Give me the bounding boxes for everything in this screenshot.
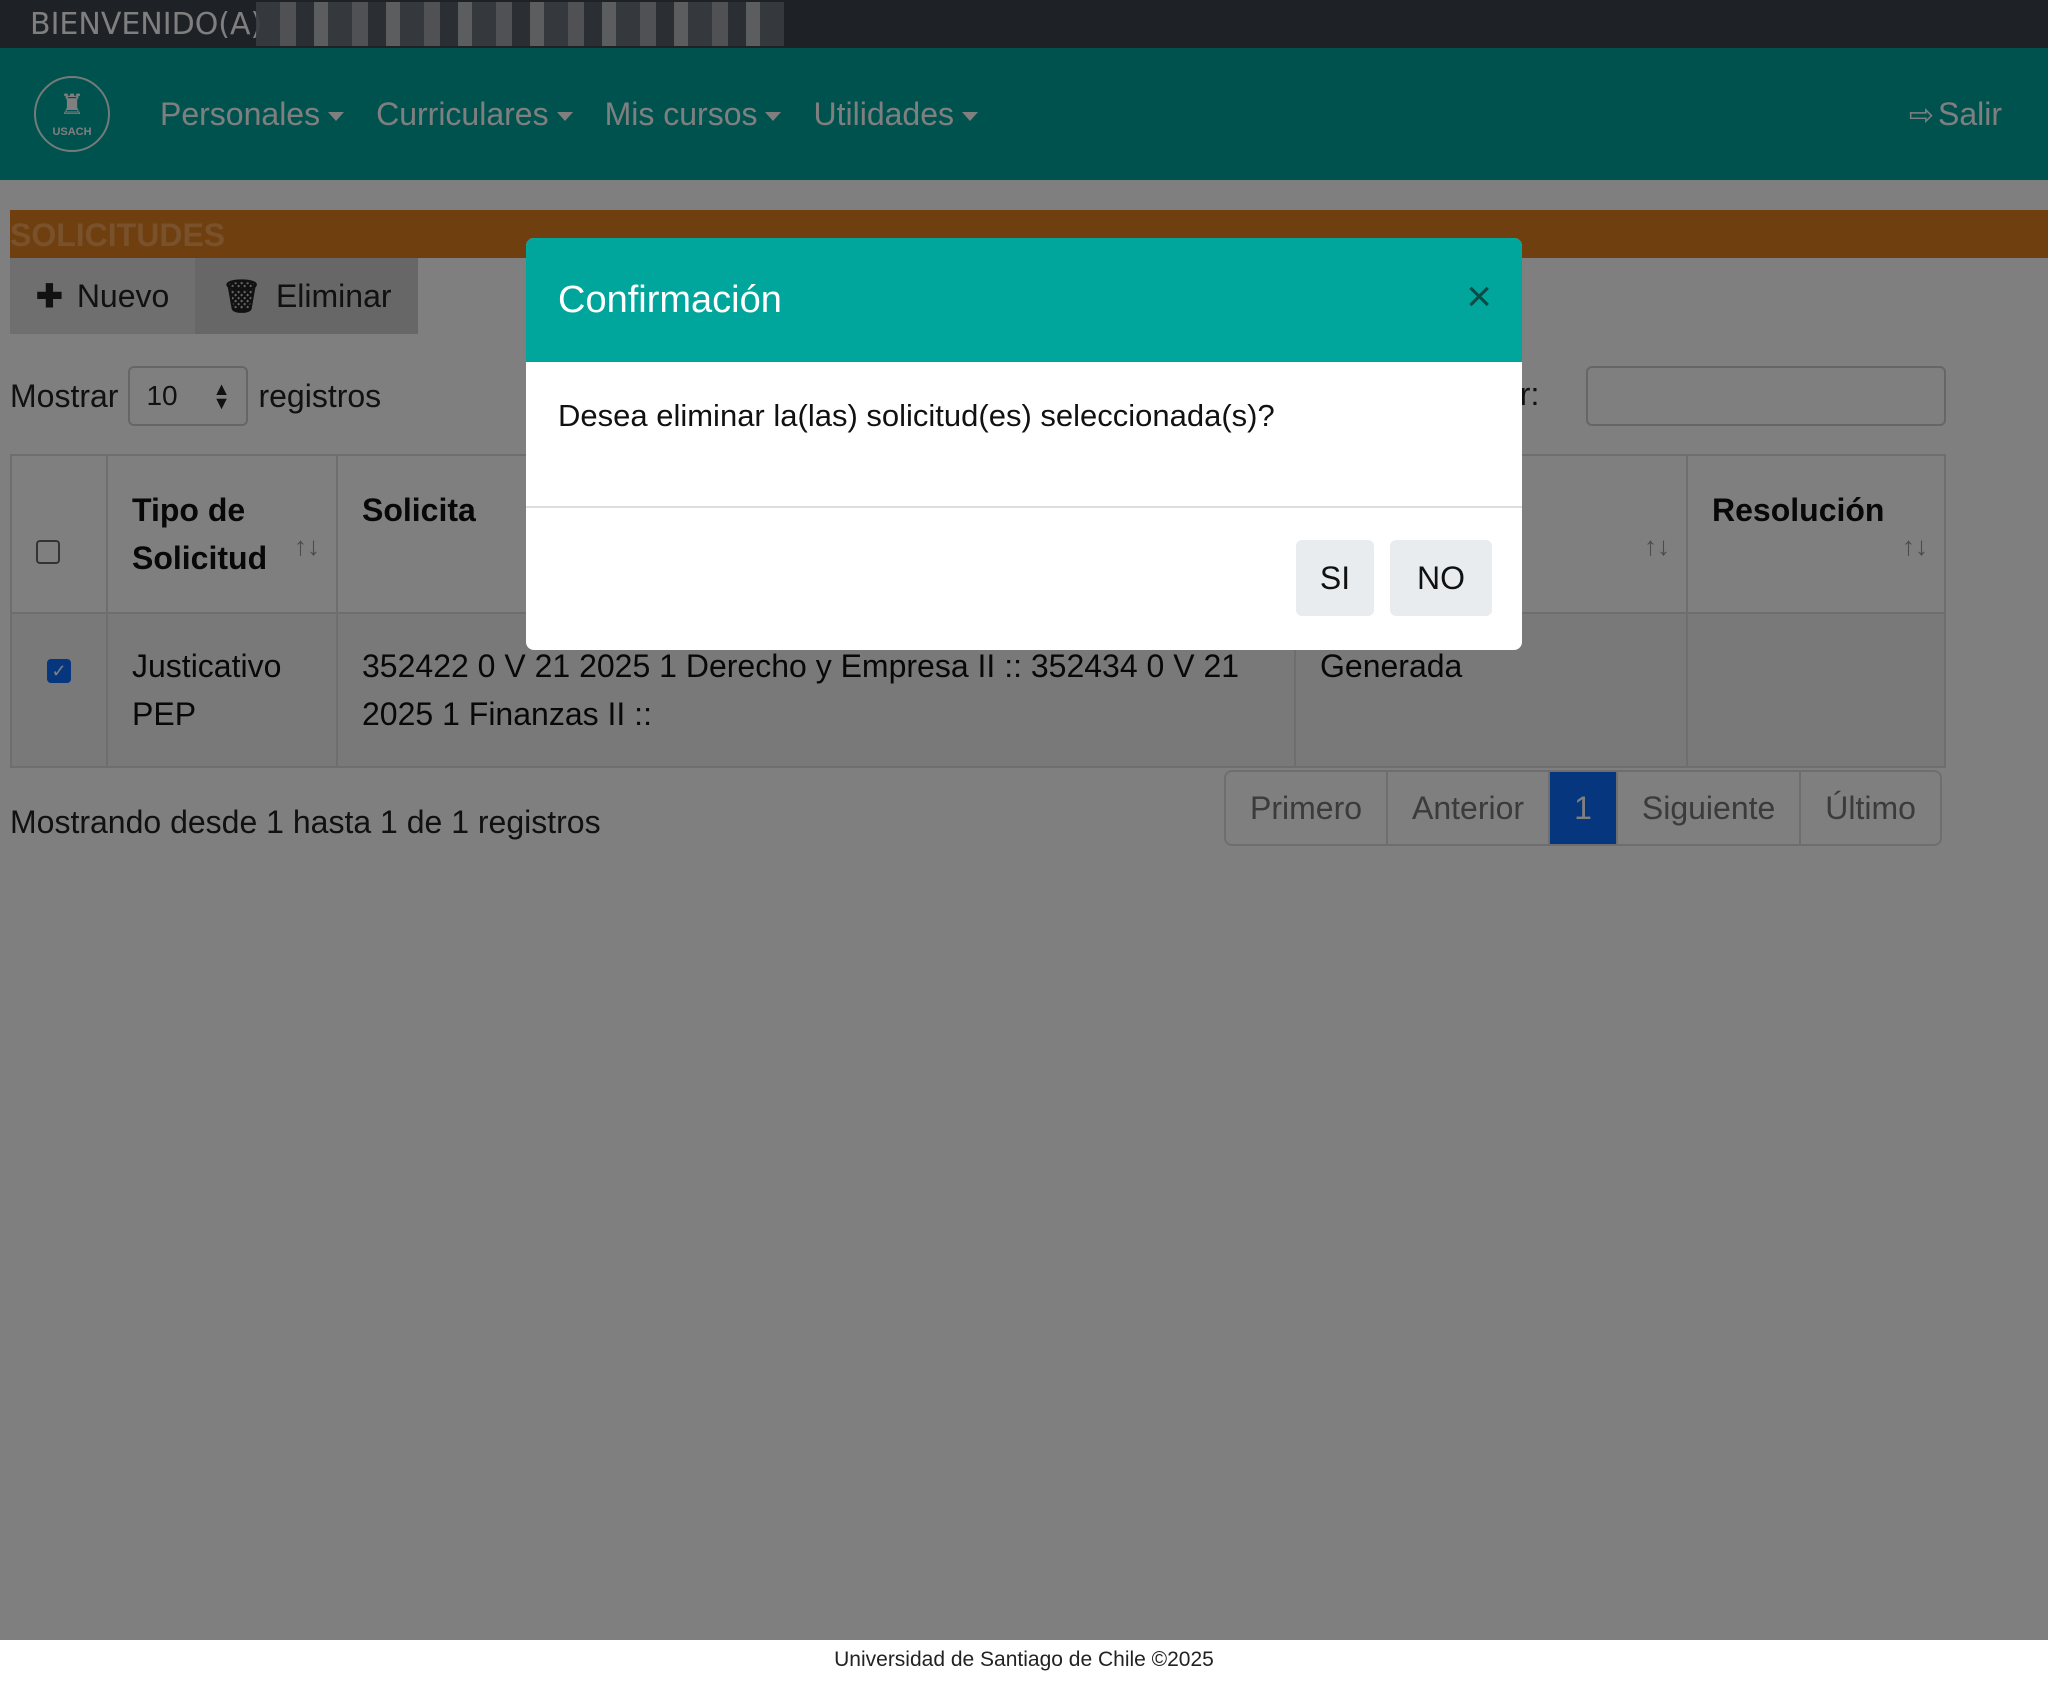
confirmation-modal: Confirmación × Desea eliminar la(las) so… bbox=[526, 238, 1522, 650]
modal-message: Desea eliminar la(las) solicitud(es) sel… bbox=[526, 362, 1522, 508]
confirm-yes-button[interactable]: SI bbox=[1296, 540, 1374, 616]
footer: Universidad de Santiago de Chile ©2025 bbox=[0, 1640, 2048, 1700]
modal-title: Confirmación bbox=[558, 279, 782, 321]
close-icon[interactable]: × bbox=[1466, 272, 1492, 322]
modal-header: Confirmación × bbox=[526, 238, 1522, 362]
modal-footer: SI NO bbox=[526, 508, 1522, 650]
confirm-no-button[interactable]: NO bbox=[1390, 540, 1492, 616]
